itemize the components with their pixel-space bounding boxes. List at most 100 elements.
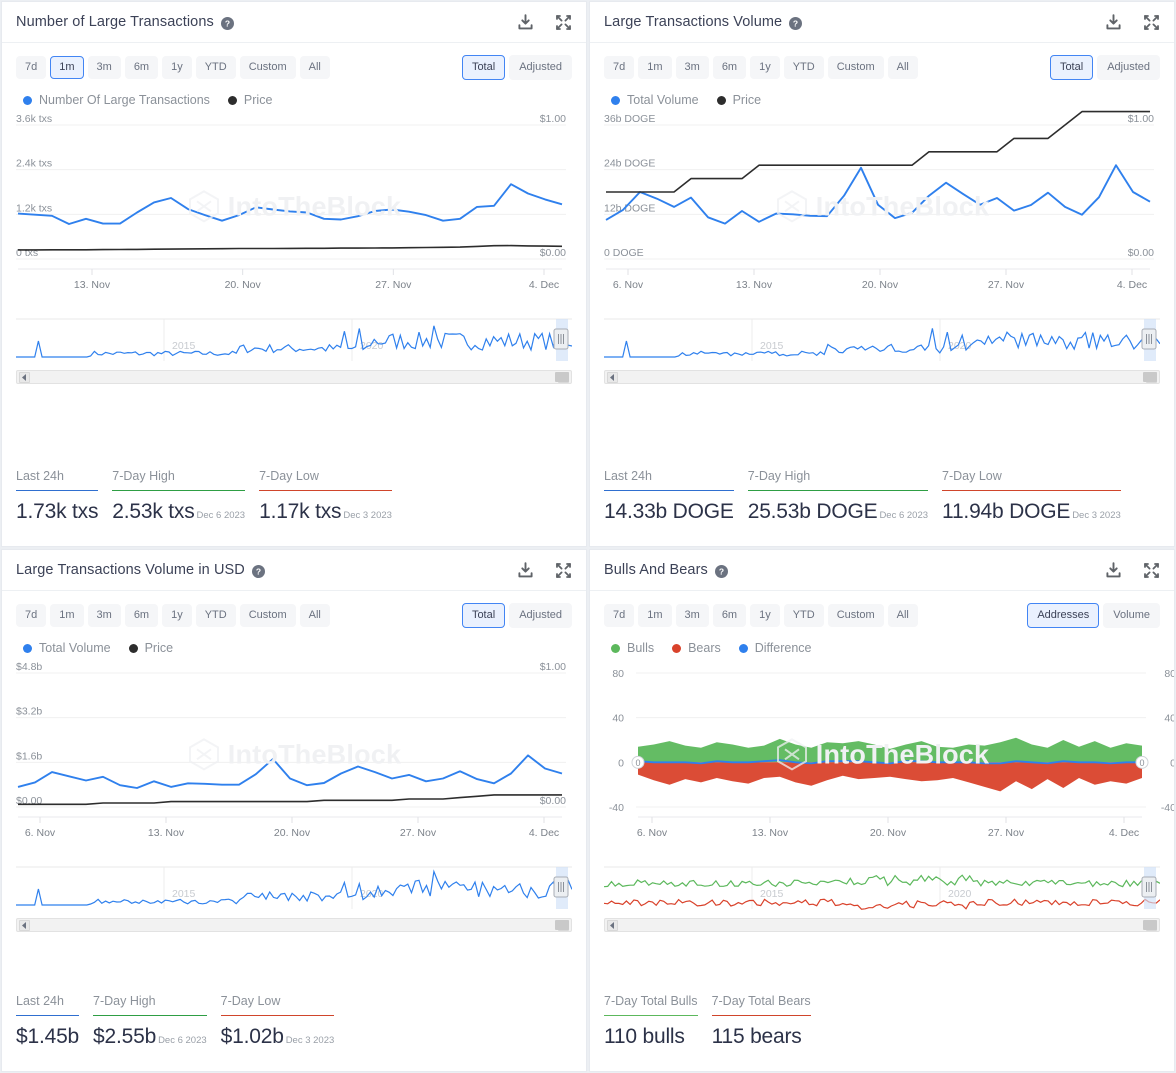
range-button-7d[interactable]: 7d [604,604,635,627]
range-button-3m[interactable]: 3m [87,56,121,79]
range-button-custom[interactable]: Custom [239,604,296,627]
range-button-1m[interactable]: 1m [638,604,672,627]
chart-area[interactable]: $0.00 $1.6b $3.2b $4.8b $0.00 $1.00 6. Nov 13. … [2,655,586,855]
download-icon[interactable] [1105,13,1122,31]
mode-button-total[interactable]: Total [461,55,506,80]
chart-area[interactable]: -40 0 40 80 -40 0 40 80 6. Nov 13. Nov 20. Nov 27. … [590,655,1174,855]
scroll-thumb[interactable] [555,372,569,382]
chart-navigator[interactable]: 2015 2020 [590,855,1174,918]
legend-color-dot [672,643,682,653]
expand-icon[interactable] [1143,562,1160,579]
legend-item[interactable]: Bears [672,641,721,655]
range-button-ytd[interactable]: YTD [783,56,824,79]
expand-icon[interactable] [1143,14,1160,31]
navigator-year-label: 2015 [172,340,196,352]
legend-item[interactable]: Bulls [611,641,654,655]
mode-button-total[interactable]: Total [1049,55,1094,80]
stat-label: Last 24h [16,994,64,1008]
legend-item[interactable]: Total Volume [611,93,699,107]
stat-number: 1.17k txs [259,500,342,523]
range-button-custom[interactable]: Custom [827,56,884,79]
range-button-3m[interactable]: 3m [675,604,709,627]
range-button-all[interactable]: All [299,56,330,79]
range-button-all[interactable]: All [887,604,918,627]
range-button-6m[interactable]: 6m [712,56,747,79]
mode-button-addresses[interactable]: Addresses [1027,603,1100,628]
expand-icon[interactable] [555,14,572,31]
expand-icon[interactable] [555,562,572,579]
scroll-thumb[interactable] [555,920,569,930]
range-button-6m[interactable]: 6m [712,604,747,627]
range-button-ytd[interactable]: YTD [195,56,236,79]
range-button-ytd[interactable]: YTD [783,604,824,627]
stat-number: 11.94b DOGE [942,500,1071,523]
mode-button-adjusted[interactable]: Adjusted [1097,55,1160,80]
range-button-1m[interactable]: 1m [638,56,672,79]
stat-label: 7-Day Low [259,469,319,483]
panel-stats: Last 24h $1.45b 7-Day High $2.55b Dec 6 2023… [2,994,586,1071]
legend-item[interactable]: Number Of Large Transactions [23,93,210,107]
mode-button-volume[interactable]: Volume [1103,603,1160,628]
mode-button-adjusted[interactable]: Adjusted [509,55,572,80]
range-button-3m[interactable]: 3m [87,604,121,627]
range-button-1m[interactable]: 1m [50,56,84,79]
range-button-1y[interactable]: 1y [750,56,780,79]
range-button-7d[interactable]: 7d [16,56,47,79]
chart-navigator[interactable]: 2015 2020 [590,307,1174,370]
scroll-left-button[interactable] [607,371,618,383]
scroll-left-button[interactable] [19,371,30,383]
help-icon[interactable]: ? [220,16,234,30]
navigator-series [16,325,573,358]
chart-scrollbar[interactable] [16,370,572,384]
scroll-left-button[interactable] [607,919,618,931]
panel-title: Number of Large Transactions [16,14,214,30]
stat-date: Dec 3 2023 [343,510,392,521]
range-button-6m[interactable]: 6m [124,604,159,627]
chart-area[interactable]: 0 DOGE 12b DOGE 24b DOGE 36b DOGE $0.00 $1.00… [590,107,1174,307]
range-button-1y[interactable]: 1y [162,56,192,79]
help-icon[interactable]: ? [714,564,728,578]
download-icon[interactable] [517,561,534,579]
panel-header: Large Transactions Volume in USD? [2,550,586,591]
chart-scrollbar[interactable] [604,918,1160,932]
stat-label: Last 24h [604,469,652,483]
legend-item[interactable]: Difference [738,641,812,655]
range-button-custom[interactable]: Custom [239,56,296,79]
range-button-1y[interactable]: 1y [750,604,780,627]
navigator-year-label: 2020 [360,340,384,352]
help-icon[interactable]: ? [251,564,265,578]
range-button-1y[interactable]: 1y [162,604,192,627]
stat-number: $1.45b [16,1025,80,1048]
mode-button-total[interactable]: Total [461,603,506,628]
legend-item[interactable]: Price [716,93,761,107]
y-axis-tick: $4.8b [16,661,42,673]
range-button-6m[interactable]: 6m [124,56,159,79]
range-button-7d[interactable]: 7d [604,56,635,79]
stat-number: 14.33b DOGE [604,500,734,523]
range-selector: 7d 1m 3m 6m 1y YTD Custom All [604,56,918,79]
chart-navigator[interactable]: 2015 2020 [2,855,586,918]
stat-date: Dec 6 2023 [879,510,929,521]
range-button-7d[interactable]: 7d [16,604,47,627]
range-button-ytd[interactable]: YTD [195,604,236,627]
legend-item[interactable]: Price [227,93,272,107]
range-button-all[interactable]: All [299,604,330,627]
scroll-left-button[interactable] [19,919,30,931]
scroll-thumb[interactable] [1143,920,1157,930]
range-button-all[interactable]: All [887,56,918,79]
chart-scrollbar[interactable] [16,918,572,932]
chart-scrollbar[interactable] [604,370,1160,384]
legend-label: Price [144,641,174,655]
legend-item[interactable]: Total Volume [23,641,111,655]
range-button-3m[interactable]: 3m [675,56,709,79]
range-button-custom[interactable]: Custom [827,604,884,627]
chart-area[interactable]: 0 txs 1.2k txs 2.4k txs 3.6k txs $0.00 $1.00 1… [2,107,586,307]
scroll-thumb[interactable] [1143,372,1157,382]
range-button-1m[interactable]: 1m [50,604,84,627]
legend-item[interactable]: Price [128,641,174,655]
help-icon[interactable]: ? [789,16,803,30]
download-icon[interactable] [1105,561,1122,579]
download-icon[interactable] [517,13,534,31]
mode-button-adjusted[interactable]: Adjusted [509,603,572,628]
chart-navigator[interactable]: 2015 2020 [2,307,586,370]
